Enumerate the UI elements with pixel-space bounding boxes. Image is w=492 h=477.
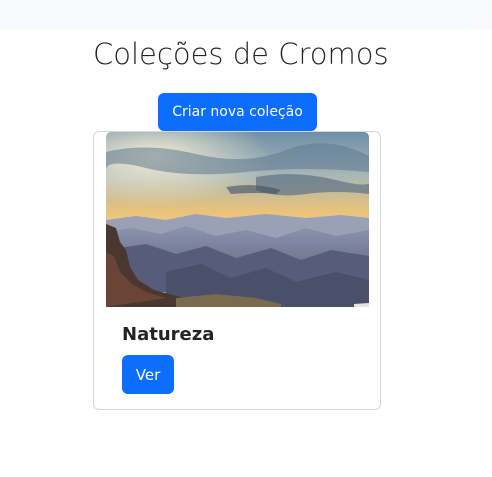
collection-image: [106, 132, 369, 307]
view-collection-button[interactable]: Ver: [122, 355, 174, 394]
top-navbar: [0, 0, 492, 29]
create-collection-button[interactable]: Criar nova coleção: [158, 93, 317, 131]
collection-title: Natureza: [122, 324, 215, 345]
collection-card: Natureza Ver: [93, 131, 381, 410]
page-title: Coleções de Cromos: [93, 37, 389, 71]
